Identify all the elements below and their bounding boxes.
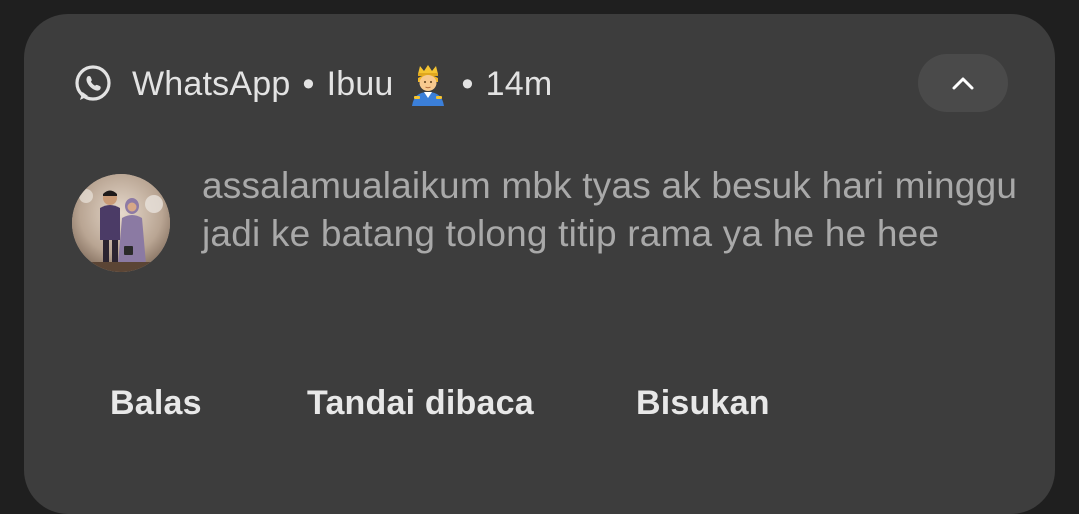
message-text: assalamualaikum mbk tyas ak besuk hari m… xyxy=(202,165,1018,254)
notification-header: WhatsApp • Ibuu • 14m xyxy=(72,62,552,106)
whatsapp-icon xyxy=(75,65,111,101)
mark-as-read-button[interactable]: Tandai dibaca xyxy=(307,384,534,423)
collapse-button[interactable] xyxy=(918,54,1008,112)
header-separator-2: • xyxy=(461,64,474,103)
notification-time: 14m xyxy=(485,64,553,103)
app-name: WhatsApp xyxy=(132,64,291,103)
sender-avatar xyxy=(72,174,170,272)
chevron-up-icon xyxy=(952,77,974,90)
header-separator: • xyxy=(302,64,315,103)
prince-emoji-icon xyxy=(411,65,444,106)
sender-name: Ibuu xyxy=(326,64,394,103)
avatar-photo xyxy=(72,174,170,272)
notification-card[interactable]: WhatsApp • Ibuu • 14m assalamualaikum mb… xyxy=(24,14,1055,514)
reply-button[interactable]: Balas xyxy=(110,384,202,423)
mute-button[interactable]: Bisukan xyxy=(636,384,770,423)
